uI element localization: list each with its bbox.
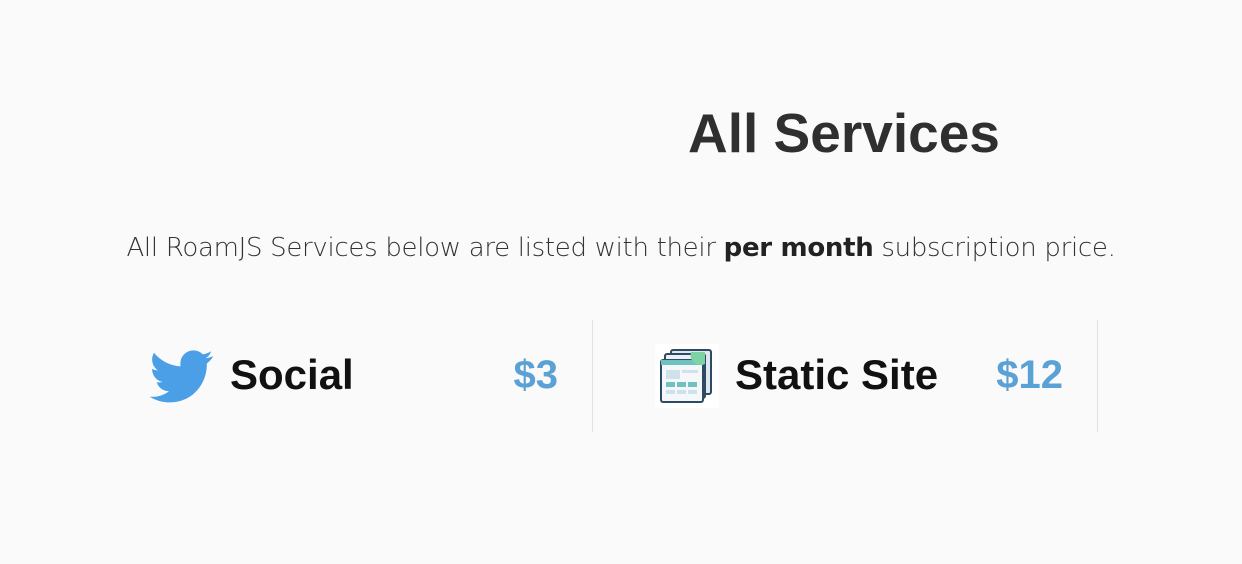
page-title: All Services <box>688 102 1000 164</box>
service-price: $12 <box>996 353 1063 397</box>
intro-emphasis: per month <box>723 233 874 263</box>
service-price: $3 <box>513 353 559 397</box>
services-page: All Services All RoamJS Services below a… <box>0 0 1242 564</box>
service-card-social[interactable]: Social $3 <box>88 320 593 432</box>
service-name: Static Site <box>735 351 939 398</box>
intro-suffix: subscription price. <box>873 233 1116 263</box>
intro-prefix: All RoamJS Services below are listed wit… <box>126 233 724 263</box>
twitter-bird-icon <box>149 344 214 408</box>
page-header: All Services <box>688 100 1028 166</box>
service-name: Social <box>230 351 354 398</box>
intro-text: All RoamJS Services below are listed wit… <box>0 228 1242 268</box>
service-card-static-site[interactable]: Static Site $12 <box>593 320 1098 432</box>
services-list: Social $3 Static Site $12 <box>88 320 1098 432</box>
static-site-icon <box>655 344 719 408</box>
